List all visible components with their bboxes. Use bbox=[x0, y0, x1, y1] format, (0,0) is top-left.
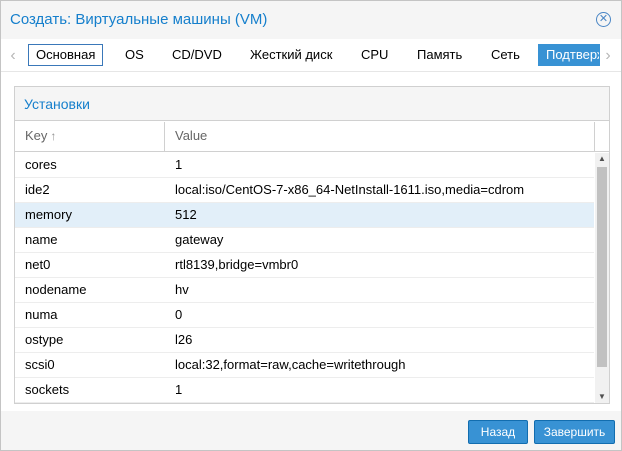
row-value: local:iso/CentOS-7-x86_64-NetInstall-161… bbox=[175, 182, 525, 197]
create-vm-dialog: Создать: Виртуальные машины (VM) ✕ ‹ Осн… bbox=[0, 0, 622, 451]
column-header-value[interactable]: Value bbox=[165, 122, 595, 152]
table-row[interactable]: name gateway bbox=[15, 228, 594, 253]
table-row[interactable]: numa 0 bbox=[15, 303, 594, 328]
wizard-tabbar: ‹ Основная OS CD/DVD Жесткий диск CPU Па… bbox=[1, 39, 621, 71]
tab-memory[interactable]: Память bbox=[409, 44, 470, 66]
chevron-right-icon[interactable]: › bbox=[602, 47, 614, 65]
scroll-up-arrow-icon[interactable]: ▲ bbox=[595, 153, 609, 165]
back-button[interactable]: Назад bbox=[468, 420, 528, 444]
table-row[interactable]: ide2 local:iso/CentOS-7-x86_64-NetInstal… bbox=[15, 178, 594, 203]
row-value: gateway bbox=[175, 232, 224, 247]
tab-os[interactable]: OS bbox=[117, 44, 152, 66]
row-key: nodename bbox=[25, 282, 87, 297]
tab-hard-disk[interactable]: Жесткий диск bbox=[242, 44, 340, 66]
row-key: ide2 bbox=[25, 182, 50, 197]
close-icon[interactable]: ✕ bbox=[596, 12, 611, 27]
row-value: 512 bbox=[175, 207, 197, 222]
settings-grid-body: cores 1 ide2 local:iso/CentOS-7-x86_64-N… bbox=[15, 153, 594, 403]
row-key: cores bbox=[25, 157, 57, 172]
row-key: name bbox=[25, 232, 58, 247]
table-row[interactable]: net0 rtl8139,bridge=vmbr0 bbox=[15, 253, 594, 278]
dialog-titlebar[interactable]: Создать: Виртуальные машины (VM) ✕ bbox=[1, 1, 621, 37]
row-key: ostype bbox=[25, 332, 64, 347]
vertical-scrollbar[interactable]: ▲ ▼ bbox=[595, 153, 609, 403]
tab-cpu[interactable]: CPU bbox=[353, 44, 396, 66]
row-value: 1 bbox=[175, 382, 183, 397]
scrollbar-thumb[interactable] bbox=[597, 167, 607, 367]
table-row-selected[interactable]: memory 512 bbox=[15, 203, 594, 228]
table-row[interactable]: scsi0 local:32,format=raw,cache=writethr… bbox=[15, 353, 594, 378]
dialog-title: Создать: Виртуальные машины (VM) bbox=[10, 11, 268, 28]
row-value: hv bbox=[175, 282, 189, 297]
tab-network[interactable]: Сеть bbox=[483, 44, 528, 66]
chevron-left-icon[interactable]: ‹ bbox=[7, 47, 19, 65]
finish-button[interactable]: Завершить bbox=[534, 420, 615, 444]
dialog-footer: Назад Завершить bbox=[1, 411, 621, 450]
row-value: 0 bbox=[175, 307, 183, 322]
row-key: net0 bbox=[25, 257, 51, 272]
row-key: numa bbox=[25, 307, 58, 322]
table-row[interactable]: nodename hv bbox=[15, 278, 594, 303]
column-header-key[interactable]: Key ↑ bbox=[15, 122, 165, 152]
tab-content: Установки Key ↑ Value cores 1 ide2 local:… bbox=[1, 71, 621, 411]
row-value: local:32,format=raw,cache=writethrough bbox=[175, 357, 406, 372]
grid-column-headers: Key ↑ Value bbox=[15, 122, 609, 152]
tab-general[interactable]: Основная bbox=[28, 44, 104, 66]
settings-panel: Установки Key ↑ Value cores 1 ide2 local:… bbox=[14, 86, 610, 404]
row-value: 1 bbox=[175, 157, 183, 172]
tab-cd-dvd[interactable]: CD/DVD bbox=[164, 44, 230, 66]
sort-ascending-arrow-icon: ↑ bbox=[50, 129, 57, 143]
row-value: rtl8139,bridge=vmbr0 bbox=[175, 257, 299, 272]
column-header-key-label: Key bbox=[25, 128, 48, 143]
scroll-down-arrow-icon[interactable]: ▼ bbox=[595, 391, 609, 403]
row-key: sockets bbox=[25, 382, 70, 397]
row-key: scsi0 bbox=[25, 357, 55, 372]
tab-confirm[interactable]: Подтверждение bbox=[538, 44, 600, 66]
panel-title: Установки bbox=[24, 96, 90, 112]
table-row[interactable]: sockets 1 bbox=[15, 378, 594, 403]
row-key: memory bbox=[25, 207, 72, 222]
panel-header: Установки bbox=[15, 87, 609, 121]
row-value: l26 bbox=[175, 332, 193, 347]
table-row[interactable]: cores 1 bbox=[15, 153, 594, 178]
column-header-value-label: Value bbox=[175, 128, 208, 143]
table-row[interactable]: ostype l26 bbox=[15, 328, 594, 353]
